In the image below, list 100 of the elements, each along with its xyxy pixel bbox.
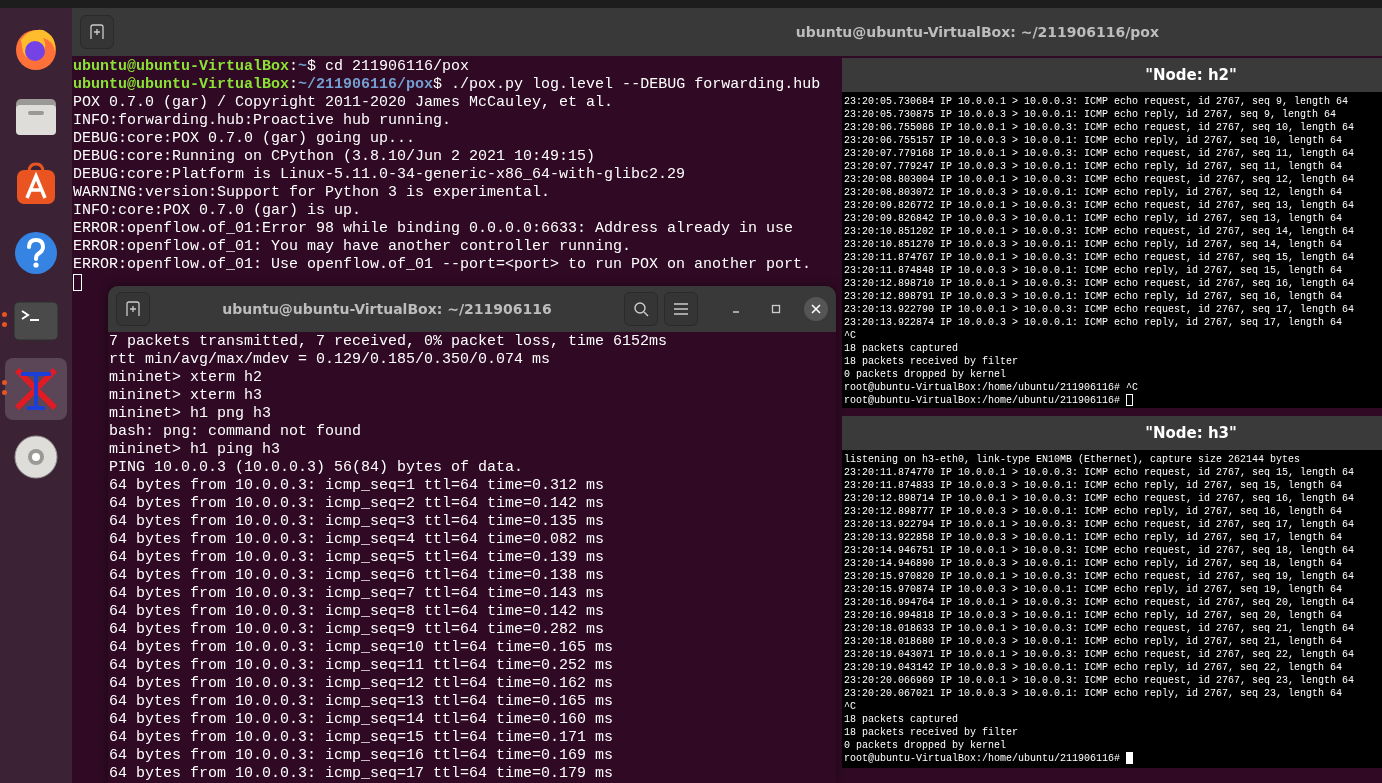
terminal-line: 0 packets dropped by kernel bbox=[844, 368, 1007, 381]
terminal-line: 23:20:07.779168 IP 10.0.0.1 > 10.0.0.3: ICMP echo request, id 2767, seq 11, length 64 bbox=[844, 147, 1355, 160]
terminal-line: rtt min/avg/max/mdev = 0.129/0.185/0.350/0.074 ms bbox=[109, 351, 551, 369]
window-title: ubuntu@ubuntu-VirtualBox: ~/211906116 bbox=[221, 299, 553, 319]
terminal-line: 64 bytes from 10.0.0.3: icmp_seq=12 ttl=64 time=0.162 ms bbox=[109, 675, 614, 693]
terminal-line: 23:20:12.898791 IP 10.0.0.3 > 10.0.0.1: ICMP echo reply, id 2767, seq 16, length 64 bbox=[844, 290, 1343, 303]
terminal-line: 64 bytes from 10.0.0.3: icmp_seq=16 ttl=64 time=0.169 ms bbox=[109, 747, 614, 765]
terminal-line: INFO:forwarding.hub:Proactive hub running. bbox=[73, 112, 452, 130]
terminal-line: 23:20:07.779247 IP 10.0.0.3 > 10.0.0.1: ICMP echo reply, id 2767, seq 11, length 64 bbox=[844, 160, 1343, 173]
terminal-line: mininet> h1 ping h3 bbox=[109, 441, 281, 459]
terminal-line: 23:20:16.994764 IP 10.0.0.1 > 10.0.0.3: ICMP echo request, id 2767, seq 20, length 64 bbox=[844, 596, 1355, 609]
terminal-line: 23:20:08.803004 IP 10.0.0.1 > 10.0.0.3: ICMP echo request, id 2767, seq 12, length 64 bbox=[844, 173, 1355, 186]
terminal-line: 23:20:13.922874 IP 10.0.0.3 > 10.0.0.1: ICMP echo reply, id 2767, seq 17, length 64 bbox=[844, 316, 1343, 329]
terminal-line: 23:20:09.826772 IP 10.0.0.1 > 10.0.0.3: ICMP echo request, id 2767, seq 13, length 64 bbox=[844, 199, 1355, 212]
terminal-line: 18 packets received by filter bbox=[844, 355, 1019, 368]
terminal-line: DEBUG:core:Platform is Linux-5.11.0-34-generic-x86_64-with-glibc2.29 bbox=[73, 166, 686, 184]
terminal-line: 23:20:10.851202 IP 10.0.0.1 > 10.0.0.3: ICMP echo request, id 2767, seq 14, length 64 bbox=[844, 225, 1355, 238]
terminal-line: 23:20:11.874770 IP 10.0.0.1 > 10.0.0.3: ICMP echo request, id 2767, seq 15, length 64 bbox=[844, 466, 1355, 479]
window-title: ubuntu@ubuntu-VirtualBox: ~/211906116/pox bbox=[795, 22, 1159, 42]
new-tab-icon bbox=[89, 24, 105, 40]
terminal-line: 23:20:19.043142 IP 10.0.0.3 > 10.0.0.1: ICMP echo reply, id 2767, seq 22, length 64 bbox=[844, 661, 1343, 674]
terminal-line: 23:20:05.730684 IP 10.0.0.1 > 10.0.0.3: ICMP echo request, id 2767, seq 9, length 64 bbox=[844, 95, 1349, 108]
terminal-line: ERROR:openflow.of_01: You may have another controller running. bbox=[73, 238, 632, 256]
new-tab-button[interactable] bbox=[80, 15, 114, 49]
terminal-line: POX 0.7.0 (gar) / Copyright 2011-2020 James McCauley, et al. bbox=[73, 94, 614, 112]
terminal-line: 18 packets received by filter bbox=[844, 726, 1019, 739]
terminal-line: ubuntu@ubuntu-VirtualBox:~/211906116/pox$ ./pox.py log.level --DEBUG forwarding.hub bbox=[73, 76, 821, 94]
terminal-line: mininet> h1 png h3 bbox=[109, 405, 272, 423]
terminal-line: 23:20:12.898714 IP 10.0.0.1 > 10.0.0.3: ICMP echo request, id 2767, seq 16, length 64 bbox=[844, 492, 1355, 505]
terminal-line: root@ubuntu-VirtualBox:/home/ubuntu/211906116# ^C bbox=[844, 381, 1139, 394]
terminal-line: 64 bytes from 10.0.0.3: icmp_seq=7 ttl=64 time=0.143 ms bbox=[109, 585, 605, 603]
terminal-line: 23:20:11.874848 IP 10.0.0.3 > 10.0.0.1: ICMP echo reply, id 2767, seq 15, length 64 bbox=[844, 264, 1343, 277]
terminal-line: 64 bytes from 10.0.0.3: icmp_seq=14 ttl=64 time=0.160 ms bbox=[109, 711, 614, 729]
new-tab-icon bbox=[125, 301, 141, 317]
terminal-line: 23:20:09.826842 IP 10.0.0.3 > 10.0.0.1: ICMP echo reply, id 2767, seq 13, length 64 bbox=[844, 212, 1343, 225]
terminal-line: listening on h3-eth0, link-type EN10MB (Ethernet), capture size 262144 bytes bbox=[844, 453, 1301, 466]
terminal-line: 64 bytes from 10.0.0.3: icmp_seq=15 ttl=64 time=0.171 ms bbox=[109, 729, 614, 747]
terminal-line: 23:20:18.018680 IP 10.0.0.3 > 10.0.0.1: ICMP echo reply, id 2767, seq 21, length 64 bbox=[844, 635, 1343, 648]
terminal-line: 23:20:06.755157 IP 10.0.0.3 > 10.0.0.1: ICMP echo reply, id 2767, seq 10, length 64 bbox=[844, 134, 1343, 147]
window-title: "Node: h3" bbox=[1145, 422, 1237, 444]
terminal-line: 23:20:08.803072 IP 10.0.0.3 > 10.0.0.1: ICMP echo reply, id 2767, seq 12, length 64 bbox=[844, 186, 1343, 199]
window-title: "Node: h2" bbox=[1145, 64, 1237, 86]
terminal-line: 23:20:15.970874 IP 10.0.0.3 > 10.0.0.1: ICMP echo reply, id 2767, seq 19, length 64 bbox=[844, 583, 1343, 596]
terminal-line: 23:20:12.898777 IP 10.0.0.3 > 10.0.0.1: ICMP echo reply, id 2767, seq 16, length 64 bbox=[844, 505, 1343, 518]
terminal-line: 23:20:15.970820 IP 10.0.0.1 > 10.0.0.3: ICMP echo request, id 2767, seq 19, length 64 bbox=[844, 570, 1355, 583]
terminal-line: 23:20:16.994818 IP 10.0.0.3 > 10.0.0.1: ICMP echo reply, id 2767, seq 20, length 64 bbox=[844, 609, 1343, 622]
terminal-line: 23:20:13.922794 IP 10.0.0.1 > 10.0.0.3: ICMP echo request, id 2767, seq 17, length 64 bbox=[844, 518, 1355, 531]
terminal-line: ERROR:openflow.of_01: Use openflow.of_01 --port=<port> to run POX on another port. bbox=[73, 256, 812, 274]
x-logo-icon bbox=[13, 366, 59, 412]
terminal-line: 64 bytes from 10.0.0.3: icmp_seq=5 ttl=64 time=0.139 ms bbox=[109, 549, 605, 567]
terminal-line: 64 bytes from 10.0.0.3: icmp_seq=9 ttl=64 time=0.282 ms bbox=[109, 621, 605, 639]
terminal-line: 23:20:18.018633 IP 10.0.0.1 > 10.0.0.3: ICMP echo request, id 2767, seq 21, length 64 bbox=[844, 622, 1355, 635]
terminal-line: root@ubuntu-VirtualBox:/home/ubuntu/211906116# bbox=[844, 752, 1122, 765]
terminal-line: 23:20:14.946890 IP 10.0.0.3 > 10.0.0.1: ICMP echo reply, id 2767, seq 18, length 64 bbox=[844, 557, 1343, 570]
terminal-line: 0 packets dropped by kernel bbox=[844, 739, 1007, 752]
terminal-line: 64 bytes from 10.0.0.3: icmp_seq=1 ttl=64 time=0.312 ms bbox=[109, 477, 605, 495]
terminal-line: 64 bytes from 10.0.0.3: icmp_seq=6 ttl=64 time=0.138 ms bbox=[109, 567, 605, 585]
terminal-line: 23:20:06.755086 IP 10.0.0.1 > 10.0.0.3: ICMP echo request, id 2767, seq 10, length 64 bbox=[844, 121, 1355, 134]
terminal-line: 23:20:13.922858 IP 10.0.0.3 > 10.0.0.1: ICMP echo reply, id 2767, seq 17, length 64 bbox=[844, 531, 1343, 544]
menu-icon[interactable] bbox=[664, 292, 698, 326]
terminal-line: 23:20:20.066969 IP 10.0.0.1 > 10.0.0.3: ICMP echo request, id 2767, seq 23, length 64 bbox=[844, 674, 1355, 687]
terminal-line: DEBUG:core:POX 0.7.0 (gar) going up... bbox=[73, 130, 416, 148]
help-icon bbox=[13, 230, 59, 276]
terminal-line: DEBUG:core:Running on CPython (3.8.10/Jun 2 2021 10:49:15) bbox=[73, 148, 596, 166]
terminal-line: 18 packets captured bbox=[844, 713, 959, 726]
terminal-line: 64 bytes from 10.0.0.3: icmp_seq=13 ttl=64 time=0.165 ms bbox=[109, 693, 614, 711]
terminal-line: 64 bytes from 10.0.0.3: icmp_seq=11 ttl=64 time=0.252 ms bbox=[109, 657, 614, 675]
new-tab-button[interactable] bbox=[116, 292, 150, 326]
terminal-line: 64 bytes from 10.0.0.3: icmp_seq=10 ttl=64 time=0.165 ms bbox=[109, 639, 614, 657]
terminal-line: 7 packets transmitted, 7 received, 0% packet loss, time 6152ms bbox=[109, 333, 668, 351]
terminal-line: 23:20:11.874767 IP 10.0.0.1 > 10.0.0.3: ICMP echo request, id 2767, seq 15, length 64 bbox=[844, 251, 1355, 264]
terminal-line: ubuntu@ubuntu-VirtualBox:~$ cd 211906116/pox bbox=[73, 58, 470, 76]
terminal-line: ERROR:openflow.of_01:Error 98 while binding 0.0.0.0:6633: Address already in use bbox=[73, 220, 794, 238]
terminal-line: 64 bytes from 10.0.0.3: icmp_seq=2 ttl=64 time=0.142 ms bbox=[109, 495, 605, 513]
terminal-line: 64 bytes from 10.0.0.3: icmp_seq=17 ttl=64 time=0.179 ms bbox=[109, 765, 614, 783]
terminal-line: mininet> xterm h3 bbox=[109, 387, 263, 405]
terminal-icon bbox=[13, 301, 59, 341]
terminal-line: 18 packets captured bbox=[844, 342, 959, 355]
terminal-line: root@ubuntu-VirtualBox:/home/ubuntu/211906116# bbox=[844, 394, 1122, 407]
close-icon[interactable] bbox=[804, 297, 828, 321]
search-icon[interactable] bbox=[624, 292, 658, 326]
terminal-line: 64 bytes from 10.0.0.3: icmp_seq=4 ttl=64 time=0.082 ms bbox=[109, 531, 605, 549]
terminal-line: 23:20:12.898710 IP 10.0.0.1 > 10.0.0.3: ICMP echo request, id 2767, seq 16, length 64 bbox=[844, 277, 1355, 290]
terminal-line: bash: png: command not found bbox=[109, 423, 362, 441]
terminal-line: WARNING:version:Support for Python 3 is experimental. bbox=[73, 184, 551, 202]
terminal-line: INFO:core:POX 0.7.0 (gar) is up. bbox=[73, 202, 362, 220]
terminal-line: 23:20:05.730875 IP 10.0.0.3 > 10.0.0.1: ICMP echo reply, id 2767, seq 9, length 64 bbox=[844, 108, 1337, 121]
terminal-line: ^C bbox=[844, 700, 856, 713]
terminal-line: 23:20:10.851270 IP 10.0.0.3 > 10.0.0.1: ICMP echo reply, id 2767, seq 14, length 64 bbox=[844, 238, 1343, 251]
disc-icon bbox=[13, 434, 59, 480]
terminal-line: mininet> xterm h2 bbox=[109, 369, 263, 387]
terminal-line: 23:20:14.946751 IP 10.0.0.1 > 10.0.0.3: ICMP echo request, id 2767, seq 18, length 64 bbox=[844, 544, 1355, 557]
terminal-line: ^C bbox=[844, 329, 856, 342]
terminal-line: 64 bytes from 10.0.0.3: icmp_seq=8 ttl=64 time=0.142 ms bbox=[109, 603, 605, 621]
terminal-line: 23:20:11.874833 IP 10.0.0.3 > 10.0.0.1: ICMP echo reply, id 2767, seq 15, length 64 bbox=[844, 479, 1343, 492]
terminal-line: PING 10.0.0.3 (10.0.0.3) 56(84) bytes of data. bbox=[109, 459, 524, 477]
terminal-line: 64 bytes from 10.0.0.3: icmp_seq=3 ttl=64 time=0.135 ms bbox=[109, 513, 605, 531]
terminal-line: 23:20:13.922790 IP 10.0.0.1 > 10.0.0.3: ICMP echo request, id 2767, seq 17, length 64 bbox=[844, 303, 1355, 316]
terminal-line: 23:20:19.043071 IP 10.0.0.1 > 10.0.0.3: ICMP echo request, id 2767, seq 22, length 64 bbox=[844, 648, 1355, 661]
terminal-line: 23:20:20.067021 IP 10.0.0.3 > 10.0.0.1: ICMP echo reply, id 2767, seq 23, length 64 bbox=[844, 687, 1343, 700]
